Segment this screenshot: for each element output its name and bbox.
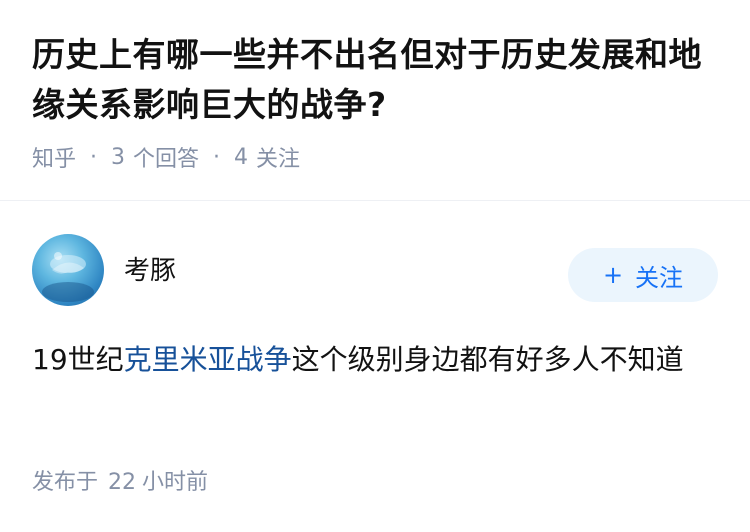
posted-label: 发布于 — [32, 470, 99, 495]
meta-separator: · — [213, 144, 221, 170]
follow-count-label: 关注 — [256, 147, 301, 172]
follow-count: 4 — [234, 144, 249, 170]
meta-separator: · — [90, 144, 98, 170]
source-label[interactable]: 知乎 — [32, 141, 76, 173]
answer-count: 3 — [111, 144, 126, 170]
follow-button[interactable]: + 关注 — [568, 248, 718, 302]
avatar[interactable] — [32, 234, 104, 306]
answer-content: 19世纪克里米亚战争这个级别身边都有好多人不知道 — [32, 336, 718, 384]
topic-link[interactable]: 克里米亚战争 — [124, 343, 292, 376]
answer-card: 考豚 + 关注 19世纪克里米亚战争这个级别身边都有好多人不知道 — [32, 234, 718, 384]
plus-icon: + — [602, 261, 624, 289]
section-divider — [0, 200, 750, 201]
author-row: 考豚 + 关注 — [32, 234, 718, 306]
author-name[interactable]: 考豚 — [124, 250, 176, 287]
question-meta: 知乎 · 3 个回答 · 4 关注 — [32, 140, 722, 174]
question-header: 历史上有哪一些并不出名但对于历史发展和地缘关系影响巨大的战争? 知乎 · 3 个… — [32, 30, 722, 174]
answer-count-label[interactable]: 个回答 — [133, 141, 199, 173]
posted-time: 发布于 22 小时前 — [32, 464, 208, 496]
follow-button-label: 关注 — [635, 263, 684, 292]
posted-unit: 小时前 — [142, 470, 209, 495]
content-suffix: 这个级别身边都有好多人不知道 — [291, 343, 684, 376]
content-prefix: 19世纪 — [32, 343, 124, 376]
posted-value: 22 — [108, 470, 137, 495]
avatar-image — [42, 252, 94, 302]
question-title[interactable]: 历史上有哪一些并不出名但对于历史发展和地缘关系影响巨大的战争? — [32, 30, 722, 130]
